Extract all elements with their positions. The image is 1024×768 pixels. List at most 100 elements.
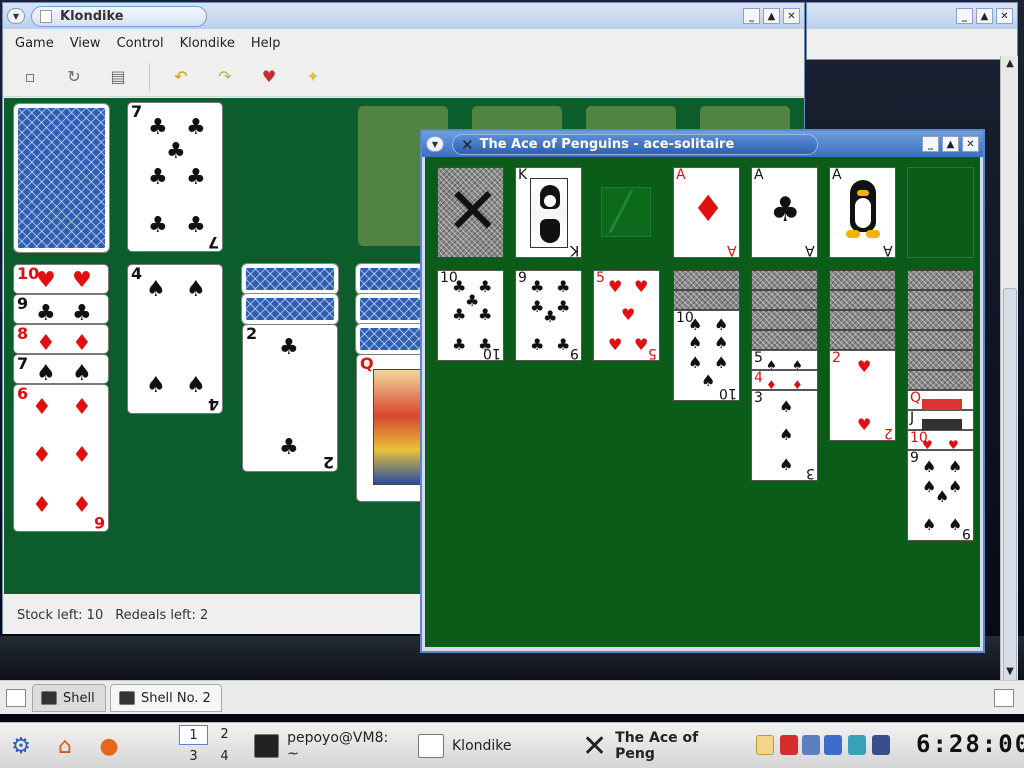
tableau-card[interactable]: 7 ♠ ♠: [13, 354, 109, 384]
menu-game[interactable]: Game: [7, 36, 62, 51]
close-icon[interactable]: ✕: [962, 136, 979, 152]
background-window[interactable]: _ ▲ ✕: [806, 2, 1018, 60]
task-ace-solitaire[interactable]: ✕ The Ace of Peng: [576, 727, 744, 765]
task-terminal[interactable]: pepoyo@VM8: ~: [248, 727, 406, 765]
kde-menu-icon[interactable]: ⚙: [4, 729, 38, 763]
tableau-card[interactable]: 9 ♣ ♣: [13, 294, 109, 324]
close-icon[interactable]: ✕: [783, 8, 800, 24]
face-down-card[interactable]: [673, 270, 740, 290]
new-tab-icon[interactable]: [6, 689, 26, 707]
foundation-ace-clubs[interactable]: A ♣ A: [751, 167, 818, 258]
face-down-card[interactable]: [751, 330, 818, 350]
tab-shell-no-2[interactable]: Shell No. 2: [110, 684, 222, 712]
minimize-icon[interactable]: _: [922, 136, 939, 152]
tableau-card[interactable]: 10 ♥ ♥: [13, 264, 109, 294]
face-down-card[interactable]: [907, 270, 974, 290]
tableau-card[interactable]: 4 ♠ ♠ ♠ ♠ 4: [127, 264, 223, 414]
tableau-card[interactable]: 8 ♦ ♦: [13, 324, 109, 354]
home-folder-icon[interactable]: ⌂: [48, 729, 82, 763]
window-menu-icon[interactable]: ▼: [7, 8, 25, 24]
tableau-card[interactable]: 2 ♣ ♣ 2: [242, 324, 338, 472]
face-down-card[interactable]: [829, 270, 896, 290]
pager-desktop-1[interactable]: 1: [179, 725, 208, 745]
empty-foundation-slot[interactable]: [907, 167, 974, 258]
ace-tableau-card[interactable]: 2 ♥ ♥ 2: [829, 350, 896, 441]
ace-tableau-card[interactable]: 5 ♠ ♠: [751, 350, 818, 372]
task-klondike[interactable]: Klondike: [412, 727, 562, 765]
pager-desktop-3[interactable]: 3: [179, 747, 208, 767]
minimize-icon[interactable]: _: [956, 8, 973, 24]
klondike-titlebar[interactable]: ▼ Klondike _ ▲ ✕: [3, 3, 804, 29]
face-down-card[interactable]: [907, 370, 974, 390]
empty-waste-slot[interactable]: ╱: [601, 187, 651, 237]
tableau-card[interactable]: 6 ♦ ♦ ♦ ♦ ♦ ♦ 6: [13, 384, 109, 532]
undo-icon[interactable]: ↶: [166, 62, 196, 92]
face-down-card[interactable]: [829, 330, 896, 350]
maximize-icon[interactable]: ▲: [976, 8, 993, 24]
face-down-card[interactable]: [751, 290, 818, 310]
ace-stock-pile[interactable]: ✕: [437, 167, 504, 258]
foundation-ace-diamonds[interactable]: A ♦ A: [673, 167, 740, 258]
ace-tableau-card[interactable]: 9 ♠ ♠ ♠ ♠ ♠ ♠ ♠ 9: [907, 450, 974, 541]
pager-desktop-4[interactable]: 4: [210, 747, 239, 767]
window-menu-icon[interactable]: ▼: [426, 136, 444, 152]
waste-card[interactable]: 7 ♣ ♣ ♣ ♣ ♣ ♣ ♣ 7: [127, 102, 223, 252]
ace-tableau-card[interactable]: 4 ♦ ♦: [751, 370, 818, 392]
face-down-card[interactable]: [829, 310, 896, 330]
hint-bulb-icon[interactable]: ✦: [298, 62, 328, 92]
clock[interactable]: 6:28:00: [916, 730, 1024, 758]
monitor-icon[interactable]: [824, 735, 842, 755]
scroll-up-arrow-icon[interactable]: ▲: [1004, 58, 1016, 70]
ace-tableau-card[interactable]: 10 ♣ ♣ ♣ ♣ ♣ ♣ ♣ 10: [437, 270, 504, 361]
maximize-icon[interactable]: ▲: [942, 136, 959, 152]
face-down-card[interactable]: [241, 263, 339, 295]
face-down-card[interactable]: [751, 310, 818, 330]
ace-titlebar[interactable]: ▼ ✕ The Ace of Penguins - ace-solitaire …: [422, 131, 983, 157]
scroll-down-arrow-icon[interactable]: ▼: [1004, 666, 1016, 678]
menu-control[interactable]: Control: [109, 36, 172, 51]
deal-icon[interactable]: ▤: [103, 62, 133, 92]
pager-desktop-2[interactable]: 2: [210, 725, 239, 745]
ace-tableau-card[interactable]: 10 ♠ ♠ ♠ ♠ ♠ ♠ ♠ 10: [673, 310, 740, 401]
ace-tableau-card[interactable]: 9 ♣ ♣ ♣ ♣ ♣ ♣ ♣ 9: [515, 270, 582, 361]
ace-solitaire-window[interactable]: ▼ ✕ The Ace of Penguins - ace-solitaire …: [420, 129, 985, 653]
stock-pile[interactable]: [13, 103, 110, 253]
scroll-thumb[interactable]: [1003, 288, 1017, 698]
foundation-ace-spades-penguin[interactable]: A A: [829, 167, 896, 258]
ace-tableau-card[interactable]: 3 ♠ ♠ ♠ 3: [751, 390, 818, 481]
ace-tableau-card[interactable]: 10 ♥ ♥: [907, 430, 974, 452]
face-down-card[interactable]: [907, 330, 974, 350]
face-down-card[interactable]: [907, 310, 974, 330]
new-game-icon[interactable]: ▫: [15, 62, 45, 92]
printer-icon[interactable]: [872, 735, 890, 755]
maximize-icon[interactable]: ▲: [763, 8, 780, 24]
redo-icon[interactable]: ↷: [210, 62, 240, 92]
ace-tableau-card[interactable]: Q: [907, 390, 974, 411]
ace-waste-card[interactable]: K K: [515, 167, 582, 258]
ace-tableau-card[interactable]: 5 ♥ ♥ ♥ ♥ ♥ 5: [593, 270, 660, 361]
face-down-card[interactable]: [907, 290, 974, 310]
user-icon[interactable]: [802, 735, 820, 755]
hint-card-icon[interactable]: ♥: [254, 62, 284, 92]
close-icon[interactable]: ✕: [996, 8, 1013, 24]
terminal-scrollbar[interactable]: ▲ ▼: [1000, 56, 1018, 698]
tab-shell[interactable]: Shell: [32, 684, 106, 712]
minimize-icon[interactable]: _: [743, 8, 760, 24]
restart-icon[interactable]: ↻: [59, 62, 89, 92]
face-down-card[interactable]: [907, 350, 974, 370]
close-tab-icon[interactable]: [994, 689, 1014, 707]
menu-klondike[interactable]: Klondike: [172, 36, 243, 51]
face-down-card[interactable]: [673, 290, 740, 310]
face-down-card[interactable]: [241, 293, 339, 325]
ace-table[interactable]: ✕ K K ╱ A ♦ A A ♣ A A A 10 ♣ ♣ ♣ ♣ ♣ ♣ ♣…: [425, 157, 980, 647]
face-down-card[interactable]: [829, 290, 896, 310]
menu-view[interactable]: View: [62, 36, 109, 51]
klipper-icon[interactable]: [756, 735, 774, 755]
menu-help[interactable]: Help: [243, 36, 289, 51]
screenshot-icon[interactable]: [848, 735, 866, 755]
background-window-titlebar[interactable]: _ ▲ ✕: [807, 3, 1017, 29]
face-down-card[interactable]: [751, 270, 818, 290]
ace-tableau-card[interactable]: J: [907, 410, 974, 431]
network-error-icon[interactable]: [780, 735, 798, 755]
firefox-icon[interactable]: ●: [92, 729, 126, 763]
